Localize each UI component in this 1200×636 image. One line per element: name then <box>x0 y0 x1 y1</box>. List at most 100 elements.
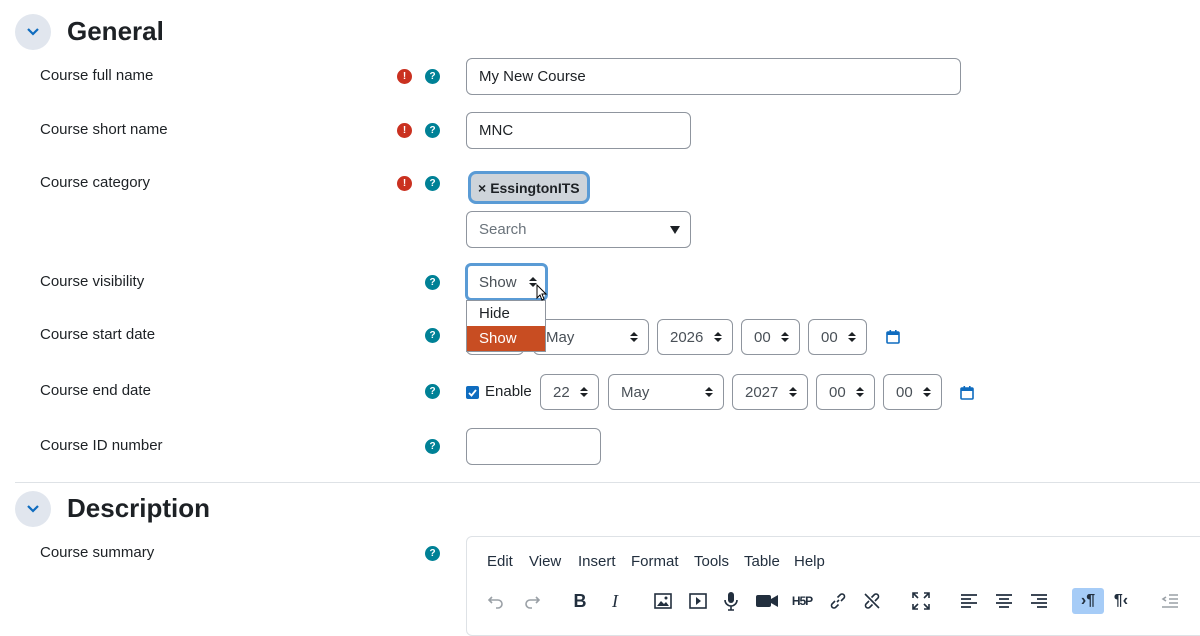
fullname-input[interactable]: My New Course <box>466 58 961 95</box>
align-right-icon[interactable] <box>1026 588 1052 614</box>
fullname-label: Course full name <box>40 67 154 84</box>
enddate-minute-value: 00 <box>896 383 913 401</box>
help-icon[interactable]: ? <box>425 275 440 290</box>
shortname-label: Course short name <box>40 121 168 138</box>
ltr-icon[interactable]: ›¶ <box>1072 588 1104 614</box>
startdate-year-select[interactable]: 2026 <box>657 319 733 355</box>
summary-editor[interactable]: Edit View Insert Format Tools Table Help… <box>466 536 1200 636</box>
redo-icon[interactable] <box>519 588 545 614</box>
italic-icon[interactable]: I <box>602 588 628 614</box>
startdate-month-value: May <box>546 328 575 346</box>
visibility-label: Course visibility <box>40 273 145 290</box>
help-icon[interactable]: ? <box>425 69 440 84</box>
select-arrows-icon <box>781 332 789 342</box>
enddate-day-value: 22 <box>553 383 570 401</box>
category-label: Course category <box>40 174 151 191</box>
idnumber-input[interactable] <box>466 428 601 465</box>
startdate-month-select[interactable]: May <box>533 319 649 355</box>
chevron-down-icon <box>27 28 39 36</box>
help-icon[interactable]: ? <box>425 546 440 561</box>
enddate-day-select[interactable]: 22 <box>540 374 599 410</box>
startdate-hour-value: 00 <box>754 328 771 346</box>
section-title-description: Description <box>67 493 211 523</box>
bold-icon[interactable]: B <box>567 588 593 614</box>
editor-menu-insert[interactable]: Insert <box>578 553 616 570</box>
startdate-minute-select[interactable]: 00 <box>808 319 867 355</box>
h5p-icon[interactable]: H5P <box>789 588 815 614</box>
checkmark-icon <box>468 388 477 397</box>
select-arrows-icon <box>923 387 931 397</box>
description-collapse-button[interactable] <box>15 491 51 527</box>
unlink-icon[interactable] <box>859 588 885 614</box>
startdate-year-value: 2026 <box>670 328 704 346</box>
select-arrows-icon <box>856 387 864 397</box>
calendar-icon[interactable] <box>960 386 974 400</box>
video-icon[interactable] <box>754 588 780 614</box>
enddate-enable-label: Enable <box>485 383 532 400</box>
enddate-hour-select[interactable]: 00 <box>816 374 875 410</box>
required-icon: ! <box>397 123 412 138</box>
editor-menu-format[interactable]: Format <box>631 553 679 570</box>
select-arrows-icon <box>705 387 713 397</box>
startdate-hour-select[interactable]: 00 <box>741 319 800 355</box>
image-icon[interactable] <box>650 588 676 614</box>
editor-menu-help[interactable]: Help <box>794 553 825 570</box>
fullname-value: My New Course <box>479 68 586 85</box>
shortname-value: MNC <box>479 122 514 139</box>
help-icon[interactable]: ? <box>425 439 440 454</box>
category-search-input[interactable]: Search <box>466 211 691 248</box>
section-title-general: General <box>67 16 164 46</box>
rtl-icon[interactable]: ¶‹ <box>1108 588 1134 614</box>
visibility-value: Show <box>479 273 517 291</box>
undo-icon[interactable] <box>483 588 509 614</box>
calendar-icon[interactable] <box>886 330 900 344</box>
align-left-icon[interactable] <box>956 588 982 614</box>
select-arrows-icon <box>630 332 638 342</box>
startdate-label: Course start date <box>40 326 156 343</box>
link-icon[interactable] <box>825 588 851 614</box>
help-icon[interactable]: ? <box>425 384 440 399</box>
summary-label: Course summary <box>40 544 155 561</box>
required-icon: ! <box>397 69 412 84</box>
align-center-icon[interactable] <box>991 588 1017 614</box>
shortname-input[interactable]: MNC <box>466 112 691 149</box>
enddate-year-select[interactable]: 2027 <box>732 374 808 410</box>
caret-down-icon <box>670 225 680 234</box>
category-badge[interactable]: × EssingtonITS <box>468 171 590 204</box>
visibility-dropdown[interactable]: Hide Show <box>466 300 546 352</box>
required-icon: ! <box>397 176 412 191</box>
editor-menu-edit[interactable]: Edit <box>487 553 513 570</box>
enddate-month-value: May <box>621 383 650 401</box>
enddate-month-select[interactable]: May <box>608 374 724 410</box>
help-icon[interactable]: ? <box>425 176 440 191</box>
chevron-down-icon <box>27 505 39 513</box>
general-collapse-button[interactable] <box>15 14 51 50</box>
enddate-year-value: 2027 <box>745 383 779 401</box>
startdate-minute-value: 00 <box>821 328 838 346</box>
enddate-minute-select[interactable]: 00 <box>883 374 942 410</box>
visibility-option-show[interactable]: Show <box>467 326 545 351</box>
select-arrows-icon <box>848 332 856 342</box>
category-badge-label: EssingtonITS <box>490 179 580 196</box>
category-search-placeholder: Search <box>479 221 527 238</box>
mouse-cursor-icon <box>536 284 548 301</box>
media-icon[interactable] <box>685 588 711 614</box>
idnumber-label: Course ID number <box>40 437 163 454</box>
editor-menu-table[interactable]: Table <box>744 553 780 570</box>
editor-menu-view[interactable]: View <box>529 553 561 570</box>
badge-remove-icon[interactable]: × <box>478 180 486 196</box>
select-arrows-icon <box>714 332 722 342</box>
microphone-icon[interactable] <box>718 588 744 614</box>
visibility-option-hide[interactable]: Hide <box>467 301 545 326</box>
editor-menu-tools[interactable]: Tools <box>694 553 729 570</box>
section-divider <box>15 482 1200 483</box>
fullscreen-icon[interactable] <box>908 588 934 614</box>
enddate-label: Course end date <box>40 382 151 399</box>
enddate-hour-value: 00 <box>829 383 846 401</box>
help-icon[interactable]: ? <box>425 328 440 343</box>
select-arrows-icon <box>789 387 797 397</box>
help-icon[interactable]: ? <box>425 123 440 138</box>
enddate-enable-checkbox[interactable] <box>466 386 479 399</box>
select-arrows-icon <box>580 387 588 397</box>
outdent-icon[interactable] <box>1157 588 1183 614</box>
